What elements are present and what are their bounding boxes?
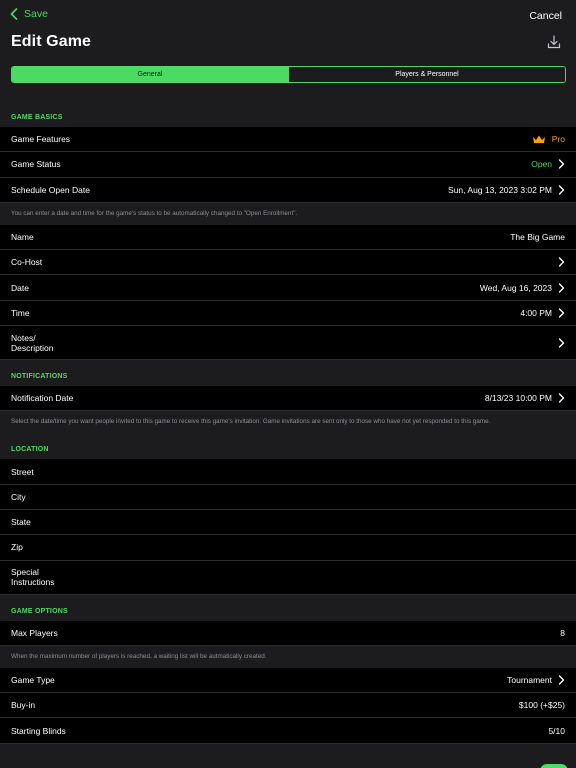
time-label: Time	[11, 307, 30, 318]
section-header-location: LOCATION	[11, 446, 49, 454]
row-street[interactable]: Street	[0, 459, 576, 485]
tab-players-personnel[interactable]: Players & Personnel	[288, 67, 565, 82]
state-label: State	[11, 517, 31, 528]
time-value: 4:00 PM	[520, 308, 565, 318]
buy-in-label: Buy-in	[11, 700, 36, 711]
starting-blinds-label: Starting Blinds	[11, 725, 66, 736]
crown-icon	[532, 135, 545, 143]
chevron-right-icon	[558, 393, 565, 403]
max-players-note: When the maximum number of players is re…	[0, 645, 576, 668]
schedule-open-date-value: Sun, Aug 13, 2023 3:02 PM	[448, 185, 565, 195]
starting-blinds-field[interactable]: 5/10	[548, 726, 565, 736]
co-host-label: Co-Host	[11, 257, 43, 268]
name-field[interactable]: The Big Game	[510, 232, 565, 242]
row-max-players[interactable]: Max Players 8	[0, 620, 576, 646]
tab-general[interactable]: General	[12, 67, 288, 82]
navigation-bar: Save Cancel	[0, 0, 576, 32]
section-header-game-options: GAME OPTIONS	[11, 607, 68, 615]
export-button[interactable]	[546, 34, 562, 50]
special-label-line1: Special	[11, 567, 39, 578]
chevron-right-icon	[558, 257, 565, 268]
date-value: Wed, Aug 16, 2023	[480, 283, 565, 293]
co-host-value	[558, 257, 565, 268]
row-notification-date[interactable]: Notification Date 8/13/23 10:00 PM	[0, 386, 576, 412]
toggle-switch[interactable]	[540, 764, 568, 768]
notes-label-line2: Description	[11, 342, 54, 353]
save-button[interactable]: Save	[10, 8, 48, 20]
city-label: City	[11, 491, 26, 502]
schedule-note: You can enter a date and time for the ga…	[0, 202, 576, 225]
date-label: Date	[11, 282, 29, 293]
special-label-line2: Instructions	[11, 577, 55, 588]
chevron-right-icon	[558, 185, 565, 195]
chevron-left-icon	[10, 8, 18, 20]
chevron-right-icon	[558, 675, 565, 685]
row-buy-in[interactable]: Buy-in $100 (+$25)	[0, 693, 576, 719]
name-label: Name	[11, 232, 34, 243]
date-text: Wed, Aug 16, 2023	[479, 282, 552, 293]
schedule-open-date-label: Schedule Open Date	[11, 184, 90, 195]
row-game-type[interactable]: Game Type Tournament	[0, 667, 576, 694]
game-status-label: Game Status	[11, 159, 61, 170]
game-type-value: Tournament	[507, 675, 565, 685]
row-game-status[interactable]: Game Status Open	[0, 152, 576, 178]
notes-value	[558, 337, 565, 348]
section-header-notifications: NOTIFICATIONS	[11, 373, 68, 381]
row-co-host[interactable]: Co-Host	[0, 250, 576, 276]
time-text: 4:00 PM	[520, 307, 552, 318]
chevron-right-icon	[558, 282, 565, 293]
status-text: Open	[531, 159, 552, 170]
row-special-instructions[interactable]: Special Instructions	[0, 560, 576, 595]
row-notes-description[interactable]: Notes/ Description	[0, 326, 576, 361]
notes-description-label: Notes/ Description	[11, 333, 558, 353]
game-features-label: Game Features	[11, 134, 71, 145]
row-time[interactable]: Time 4:00 PM	[0, 300, 576, 327]
notification-date-label: Notification Date	[11, 393, 74, 404]
zip-label: Zip	[11, 542, 23, 553]
schedule-date-text: Sun, Aug 13, 2023 3:02 PM	[448, 184, 552, 195]
row-date[interactable]: Date Wed, Aug 16, 2023	[0, 275, 576, 301]
save-label: Save	[24, 8, 48, 20]
special-instructions-label: Special Instructions	[11, 567, 565, 587]
row-name[interactable]: Name The Big Game	[0, 224, 576, 251]
settings-list: GAME BASICS Game Features Pro Game Statu…	[0, 101, 576, 744]
row-starting-blinds[interactable]: Starting Blinds 5/10	[0, 718, 576, 744]
export-icon	[547, 35, 561, 49]
row-game-features[interactable]: Game Features Pro	[0, 127, 576, 153]
notification-date-value: 8/13/23 10:00 PM	[485, 393, 565, 403]
max-players-label: Max Players	[11, 627, 58, 638]
street-label: Street	[11, 466, 34, 477]
notification-note: Select the date/time you want people inv…	[0, 411, 576, 434]
section-header-game-basics: GAME BASICS	[11, 114, 63, 121]
game-status-value: Open	[531, 159, 565, 169]
chevron-right-icon	[558, 308, 565, 318]
game-type-label: Game Type	[11, 675, 55, 685]
cancel-button[interactable]: Cancel	[529, 10, 562, 22]
notes-label-line1: Notes/	[11, 332, 36, 343]
row-zip[interactable]: Zip	[0, 535, 576, 561]
pro-badge: Pro	[551, 134, 565, 145]
game-features-value: Pro	[532, 134, 565, 144]
row-state[interactable]: State	[0, 509, 576, 536]
game-type-text: Tournament	[507, 675, 552, 685]
tab-segmented-control: General Players & Personnel	[11, 66, 566, 83]
notification-date-text: 8/13/23 10:00 PM	[484, 393, 552, 404]
page-title: Edit Game	[11, 33, 92, 50]
max-players-field[interactable]: 8	[560, 628, 565, 638]
row-city[interactable]: City	[0, 484, 576, 510]
row-schedule-open-date[interactable]: Schedule Open Date Sun, Aug 13, 2023 3:0…	[0, 177, 576, 203]
chevron-right-icon	[558, 337, 565, 348]
chevron-right-icon	[558, 159, 565, 170]
buy-in-field[interactable]: $100 (+$25)	[519, 700, 565, 710]
